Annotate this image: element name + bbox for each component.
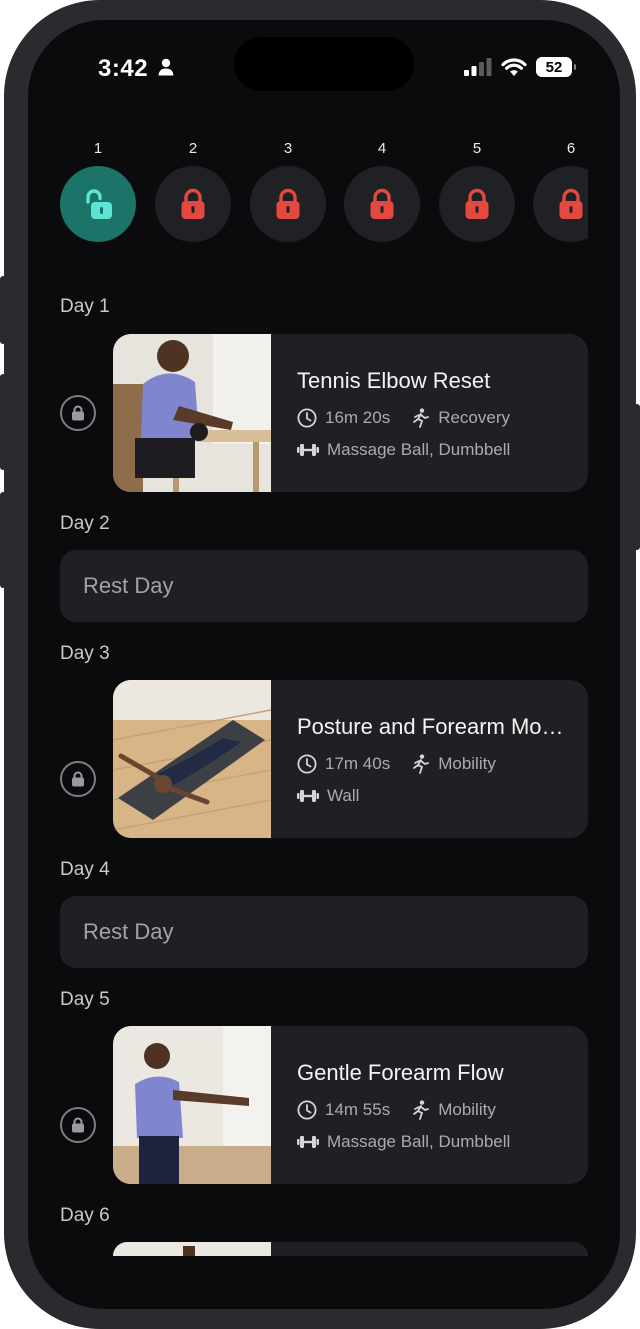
workout-thumbnail xyxy=(113,1026,271,1184)
day-label: Day 5 xyxy=(60,989,110,1010)
lock-icon xyxy=(465,188,489,219)
day-label: Day 2 xyxy=(60,513,110,534)
battery-indicator: 52 xyxy=(536,57,576,77)
rest-day-label: Rest Day xyxy=(83,573,174,598)
running-figure-icon xyxy=(413,1100,430,1120)
day-circle-locked[interactable] xyxy=(155,166,231,242)
status-time: 3:42 xyxy=(98,55,149,82)
day-selector-item-5[interactable]: 5 xyxy=(439,138,515,242)
lock-icon xyxy=(559,188,583,219)
day-number: 5 xyxy=(472,140,482,157)
workout-thumbnail xyxy=(113,680,271,838)
running-figure-icon xyxy=(413,754,430,774)
day-circle-unlocked[interactable] xyxy=(60,166,136,242)
workout-equipment: Wall xyxy=(327,786,360,805)
day-selector-item-1[interactable]: 1 xyxy=(60,138,136,242)
dynamic-island xyxy=(234,37,414,91)
workout-title: Tennis Elbow Reset xyxy=(297,368,491,393)
workout-equipment: Massage Ball, Dumbbell xyxy=(327,440,511,459)
day-label: Day 1 xyxy=(60,296,110,317)
clock-icon xyxy=(297,408,317,428)
workout-meta: 16m 20s Recovery xyxy=(297,408,510,428)
day-circle-locked[interactable] xyxy=(250,166,326,242)
wifi-icon xyxy=(501,57,527,76)
day-label: Day 3 xyxy=(60,643,110,664)
dumbbell-icon xyxy=(297,444,319,456)
lock-icon xyxy=(181,188,205,219)
workout-card[interactable]: Posture and Forearm Mobility 17m 40s Mob… xyxy=(113,680,588,838)
app-screen: 3:42 52 1 2 3 4 5 6 Day 1 Tennis Elbow R… xyxy=(28,20,620,1309)
running-figure-icon xyxy=(413,408,430,428)
rest-day-card: Rest Day xyxy=(60,550,588,622)
clock-icon xyxy=(297,754,317,774)
workout-title: Gentle Forearm Flow xyxy=(297,1060,504,1085)
workout-meta: 17m 40s Mobility xyxy=(297,754,496,774)
workout-duration: 14m 55s xyxy=(325,1100,391,1119)
lock-icon xyxy=(60,761,96,797)
day-label: Day 4 xyxy=(60,859,110,880)
dumbbell-icon xyxy=(297,1136,319,1148)
workout-category: Mobility xyxy=(438,754,496,773)
clock-icon xyxy=(297,1100,317,1120)
rest-day-label: Rest Day xyxy=(83,919,174,944)
day-number: 6 xyxy=(566,140,576,157)
day-number: 2 xyxy=(188,140,198,157)
day-circle-locked[interactable] xyxy=(344,166,420,242)
day-circle-locked[interactable] xyxy=(533,166,588,242)
workout-thumbnail xyxy=(113,334,271,492)
workout-title: Posture and Forearm Mobility xyxy=(297,714,572,739)
workout-thumbnail xyxy=(113,1242,271,1256)
day-number: 1 xyxy=(93,140,103,157)
day-number: 3 xyxy=(283,140,293,157)
workout-equipment-row: Wall xyxy=(297,786,359,806)
day-selector-item-4[interactable]: 4 xyxy=(344,138,420,242)
day-number: 4 xyxy=(377,140,387,157)
workout-card[interactable]: Gentle Forearm Flow 14m 55s Mobility Mas… xyxy=(113,1026,588,1184)
day-selector-item-6[interactable]: 6 xyxy=(533,138,588,242)
workout-card[interactable] xyxy=(113,1242,588,1256)
lock-icon xyxy=(370,188,394,219)
workout-category: Mobility xyxy=(438,1100,496,1119)
workout-card[interactable]: Tennis Elbow Reset 16m 20s Recovery Mass… xyxy=(113,334,588,492)
lock-icon xyxy=(60,1107,96,1143)
workout-category: Recovery xyxy=(438,408,511,427)
unlock-icon xyxy=(86,189,112,219)
day-circle-locked[interactable] xyxy=(439,166,515,242)
phone-frame: 3:42 52 1 2 3 4 5 6 Day 1 Tennis Elbow R… xyxy=(4,0,636,1329)
cellular-signal-icon xyxy=(464,58,492,76)
lock-icon xyxy=(60,395,96,431)
workout-duration: 17m 40s xyxy=(325,754,391,773)
dumbbell-icon xyxy=(297,790,319,802)
workout-equipment-row: Massage Ball, Dumbbell xyxy=(297,1132,510,1152)
workout-duration: 16m 20s xyxy=(325,408,391,427)
workout-equipment: Massage Ball, Dumbbell xyxy=(327,1132,511,1151)
day-label: Day 6 xyxy=(60,1205,110,1226)
workout-meta: 14m 55s Mobility xyxy=(297,1100,496,1120)
status-indicators: 52 xyxy=(464,57,576,77)
lock-icon xyxy=(276,188,300,219)
rest-day-card: Rest Day xyxy=(60,896,588,968)
workout-equipment-row: Massage Ball, Dumbbell xyxy=(297,440,510,460)
day-selector-item-2[interactable]: 2 xyxy=(155,138,231,242)
day-selector[interactable]: 1 2 3 4 5 6 xyxy=(60,138,588,244)
day-selector-item-3[interactable]: 3 xyxy=(250,138,326,242)
person-icon xyxy=(158,58,174,76)
